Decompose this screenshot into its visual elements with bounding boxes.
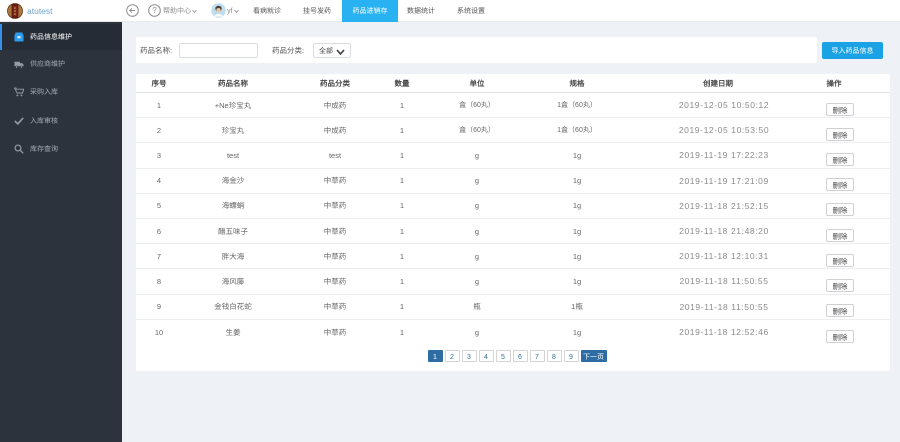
svg-text:?: ? [152, 6, 157, 15]
